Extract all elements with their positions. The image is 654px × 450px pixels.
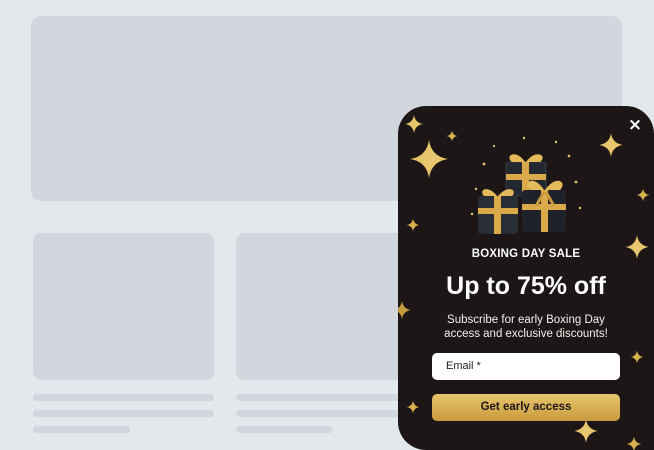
text-line-placeholder: [33, 410, 214, 417]
sparkle-star-icon: [406, 400, 420, 414]
card-placeholder-1: [33, 233, 214, 380]
sparkle-star-icon: [636, 188, 650, 202]
text-line-placeholder: [33, 426, 130, 433]
close-icon[interactable]: ×: [626, 116, 644, 134]
text-line-placeholder: [236, 426, 333, 433]
sparkle-star-icon: [630, 350, 644, 364]
popup-subtitle: Subscribe for early Boxing Day access an…: [444, 314, 608, 340]
discount-headline: Up to 75% off: [446, 272, 606, 300]
card-placeholder-2: [236, 233, 417, 380]
text-line-placeholder: [236, 410, 406, 417]
sale-eyebrow: BOXING DAY SALE: [471, 248, 581, 260]
email-field[interactable]: Email *: [432, 353, 620, 380]
get-early-access-button[interactable]: Get early access: [432, 394, 620, 421]
sparkle-star-icon: [446, 130, 458, 142]
sparkle-star-icon: [626, 436, 642, 450]
sparkle-star-icon: [398, 301, 411, 319]
text-line-placeholder: [33, 394, 214, 401]
sparkle-star-icon: [599, 133, 623, 157]
sparkle-star-icon: [410, 140, 448, 178]
sparkle-star-icon: [406, 218, 420, 232]
email-placeholder: Email *: [446, 360, 481, 372]
sparkle-star-icon: [574, 419, 598, 443]
boxing-day-popup: × BOXING DAY SALE Up to 75% off Subscrib…: [398, 106, 654, 450]
sparkle-star-icon: [405, 115, 423, 133]
gift-boxes-illustration: [470, 136, 582, 234]
text-line-placeholder: [236, 394, 406, 401]
